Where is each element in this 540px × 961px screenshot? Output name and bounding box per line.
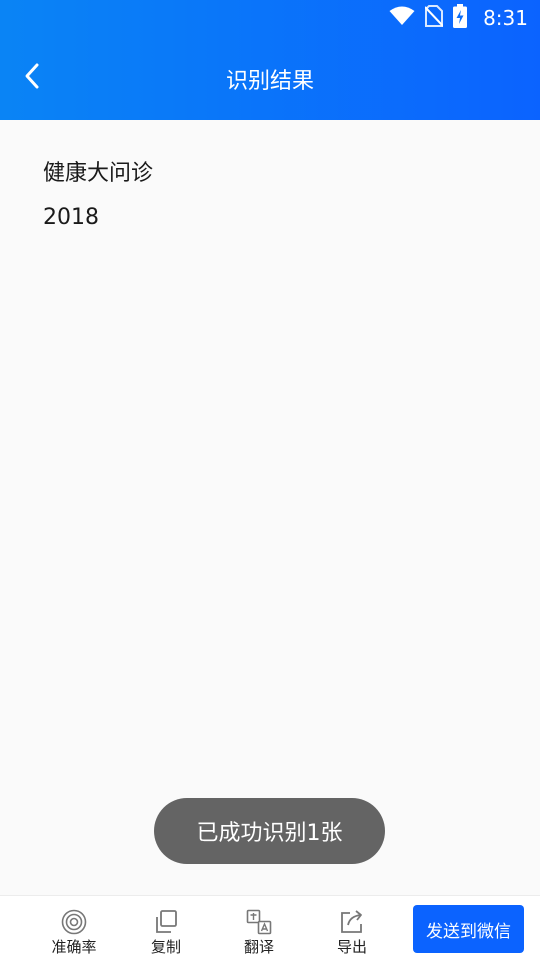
accuracy-button[interactable]: 准确率 — [34, 896, 114, 961]
recognized-text[interactable]: 健康大问诊 2018 — [43, 152, 510, 240]
export-share-icon — [339, 909, 365, 935]
bottom-toolbar: 准确率 复制 翻译 导出 发送到微信 — [0, 895, 540, 961]
status-time: 8:31 — [483, 6, 528, 30]
status-icons: 8:31 — [389, 4, 528, 32]
status-bar: 8:31 — [0, 0, 540, 38]
no-sim-icon — [424, 5, 444, 31]
result-content-area[interactable]: 健康大问诊 2018 — [0, 120, 540, 895]
accuracy-label: 准确率 — [51, 938, 97, 956]
send-to-wechat-button[interactable]: 发送到微信 — [413, 905, 524, 953]
toast-message: 已成功识别1张 — [154, 798, 385, 864]
recognized-text-line: 健康大问诊 — [43, 161, 154, 186]
copy-icon — [153, 909, 179, 935]
copy-label: 复制 — [150, 938, 181, 956]
top-app-bar: 8:31 识别结果 — [0, 0, 540, 120]
translate-icon — [246, 909, 272, 935]
translate-label: 翻译 — [243, 938, 274, 956]
page-title: 识别结果 — [225, 69, 314, 94]
battery-charging-icon — [453, 4, 468, 32]
copy-button[interactable]: 复制 — [126, 896, 206, 961]
recognized-text-line: 2018 — [43, 205, 99, 230]
target-rings-icon — [61, 909, 87, 935]
wifi-icon — [389, 6, 415, 30]
export-button[interactable]: 导出 — [312, 896, 392, 961]
navigation-bar: 识别结果 — [0, 40, 540, 116]
translate-button[interactable]: 翻译 — [219, 896, 299, 961]
export-label: 导出 — [336, 938, 367, 956]
